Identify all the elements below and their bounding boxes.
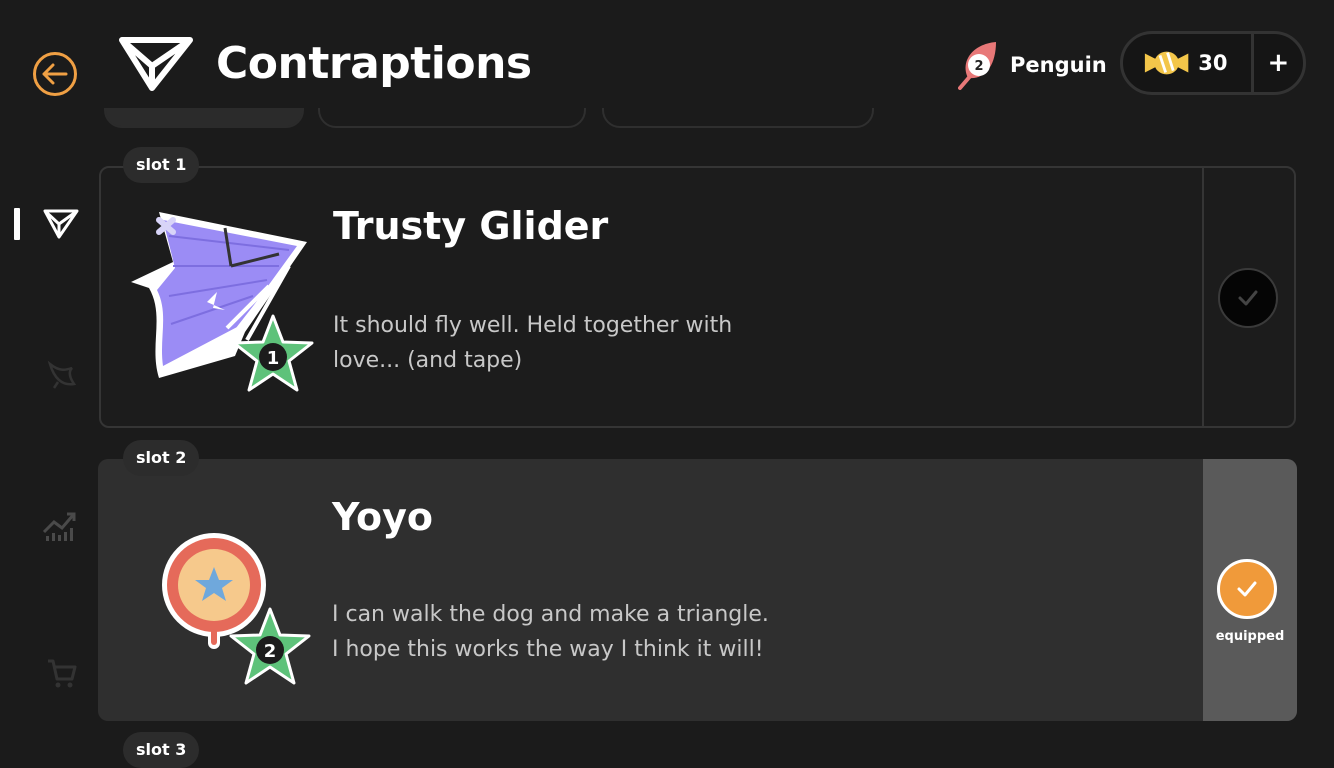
star-icon: 1 xyxy=(232,314,314,392)
level-number: 2 xyxy=(264,641,277,662)
feather-icon: 2 xyxy=(958,42,996,90)
paper-plane-icon xyxy=(118,36,194,96)
back-button[interactable] xyxy=(33,52,77,96)
sidebar-active-indicator xyxy=(14,208,20,240)
level-star-badge: 1 xyxy=(231,314,315,398)
level-star-badge: 2 xyxy=(228,607,312,691)
bird-icon xyxy=(47,360,77,389)
slot-label: slot 1 xyxy=(123,147,200,183)
contraption-name: Trusty Glider xyxy=(333,204,609,248)
contraption-card-slot-2[interactable]: 2 Yoyo I can walk the dog and make a tri… xyxy=(98,459,1297,721)
add-currency-button[interactable]: + xyxy=(1254,48,1303,78)
arrow-left-icon xyxy=(42,63,68,85)
slot-label: slot 2 xyxy=(123,440,200,476)
chart-trend-icon xyxy=(42,512,76,541)
sidebar-item-birds[interactable] xyxy=(46,360,78,394)
shopping-cart-icon xyxy=(48,659,77,688)
slot-label: slot 3 xyxy=(123,732,200,768)
equip-panel[interactable]: equipped xyxy=(1203,459,1297,721)
contraption-name: Yoyo xyxy=(332,495,434,539)
sidebar-item-contraptions[interactable] xyxy=(42,208,80,244)
contraption-card-slot-1[interactable]: 1 Trusty Glider It should fly well. Held… xyxy=(99,166,1296,428)
contraption-description: It should fly well. Held together with l… xyxy=(333,313,733,373)
equip-toggle[interactable] xyxy=(1218,268,1278,328)
contraption-description: I can walk the dog and make a triangle. … xyxy=(332,602,769,662)
character-name: Penguin xyxy=(1010,53,1107,77)
star-icon: 2 xyxy=(229,607,311,685)
paper-plane-icon xyxy=(43,209,79,239)
sidebar-item-stats[interactable] xyxy=(42,508,78,546)
check-icon xyxy=(1237,581,1257,597)
level-number: 1 xyxy=(267,348,280,369)
page-title: Contraptions xyxy=(216,38,532,89)
sidebar-item-shop[interactable] xyxy=(46,658,78,694)
currency-counter: 30 + xyxy=(1120,31,1306,95)
character-level: 2 xyxy=(974,59,983,74)
equip-toggle[interactable] xyxy=(1217,559,1277,619)
equipped-label: equipped xyxy=(1215,629,1285,644)
character-selector[interactable]: 2 Penguin xyxy=(958,40,1107,90)
candy-count: 30 xyxy=(1198,51,1228,75)
equip-panel[interactable] xyxy=(1202,168,1294,426)
check-icon xyxy=(1238,290,1258,306)
candy-icon xyxy=(1144,51,1189,75)
